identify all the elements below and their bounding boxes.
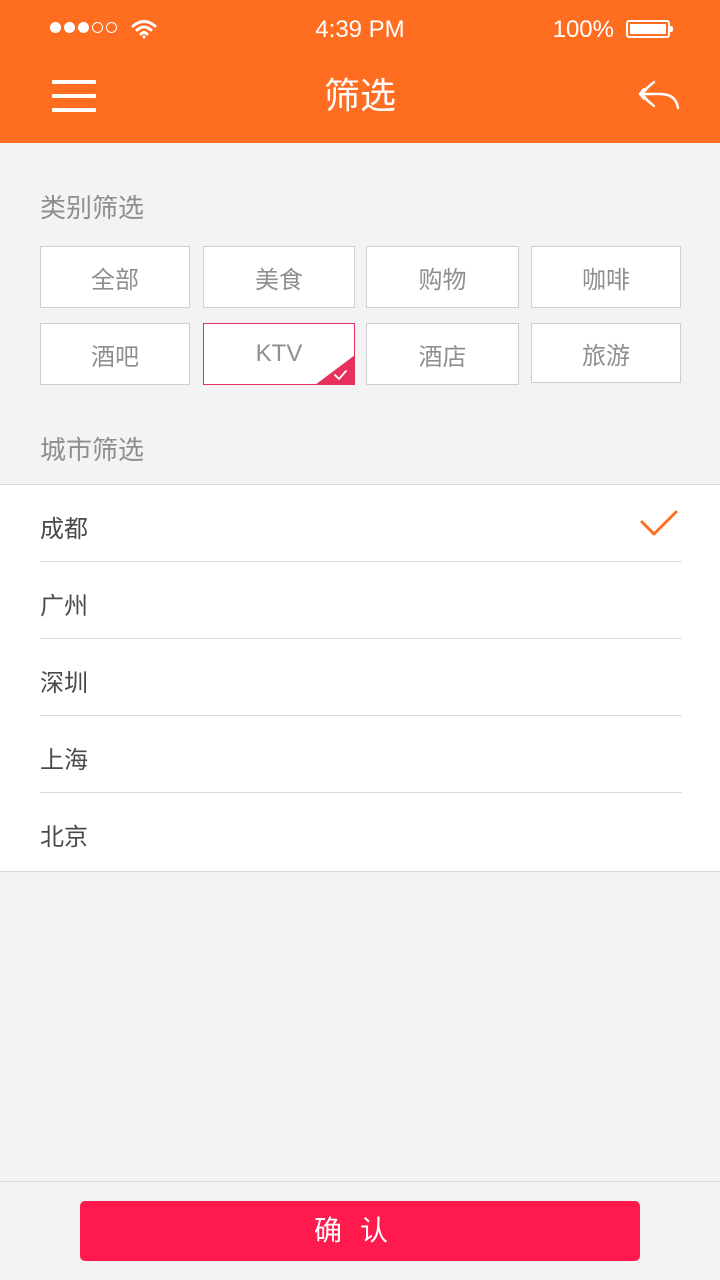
- category-hotel[interactable]: 酒店: [366, 323, 519, 385]
- city-name: 上海: [40, 746, 88, 774]
- category-label: 酒店: [418, 342, 467, 371]
- category-label: 全部: [91, 265, 139, 294]
- category-coffee[interactable]: 咖啡: [531, 246, 681, 308]
- city-name: 广州: [40, 592, 88, 620]
- status-bar: 4:39 PM 100%: [0, 0, 720, 60]
- category-label: 旅游: [582, 341, 630, 370]
- category-food[interactable]: 美食: [203, 246, 355, 308]
- battery-percent: 100%: [552, 16, 614, 43]
- checkmark-icon: [640, 510, 678, 536]
- city-section-label: 城市筛选: [40, 436, 145, 466]
- reply-back-icon[interactable]: [636, 76, 682, 114]
- city-item-guangzhou[interactable]: 广州: [40, 562, 682, 639]
- city-name: 北京: [40, 823, 88, 851]
- confirm-button[interactable]: 确认: [80, 1201, 640, 1261]
- city-name: 成都: [40, 515, 88, 543]
- city-item-beijing[interactable]: 北京: [40, 793, 682, 870]
- category-label: 酒吧: [91, 342, 139, 371]
- category-label: 咖啡: [582, 265, 630, 294]
- category-label: KTV: [255, 340, 303, 367]
- category-label: 美食: [255, 265, 303, 294]
- category-all[interactable]: 全部: [40, 246, 190, 308]
- category-shopping[interactable]: 购物: [366, 246, 519, 308]
- category-travel[interactable]: 旅游: [531, 323, 681, 383]
- city-list: 成都 广州 深圳 上海 北京: [0, 484, 720, 872]
- category-ktv[interactable]: KTV: [203, 323, 355, 385]
- city-item-chengdu[interactable]: 成都: [40, 485, 682, 562]
- category-bar[interactable]: 酒吧: [40, 323, 190, 385]
- category-section-label: 类别筛选: [40, 194, 145, 224]
- app-header: 4:39 PM 100% 筛选: [0, 0, 720, 143]
- city-item-shenzhen[interactable]: 深圳: [40, 639, 682, 716]
- selected-corner-check-icon: [316, 355, 354, 384]
- category-label: 购物: [418, 265, 467, 294]
- battery-icon: [626, 20, 673, 38]
- page-title: 筛选: [323, 76, 396, 117]
- city-name: 深圳: [40, 669, 88, 697]
- city-item-shanghai[interactable]: 上海: [40, 716, 682, 793]
- footer-bar: 确认: [0, 1181, 720, 1280]
